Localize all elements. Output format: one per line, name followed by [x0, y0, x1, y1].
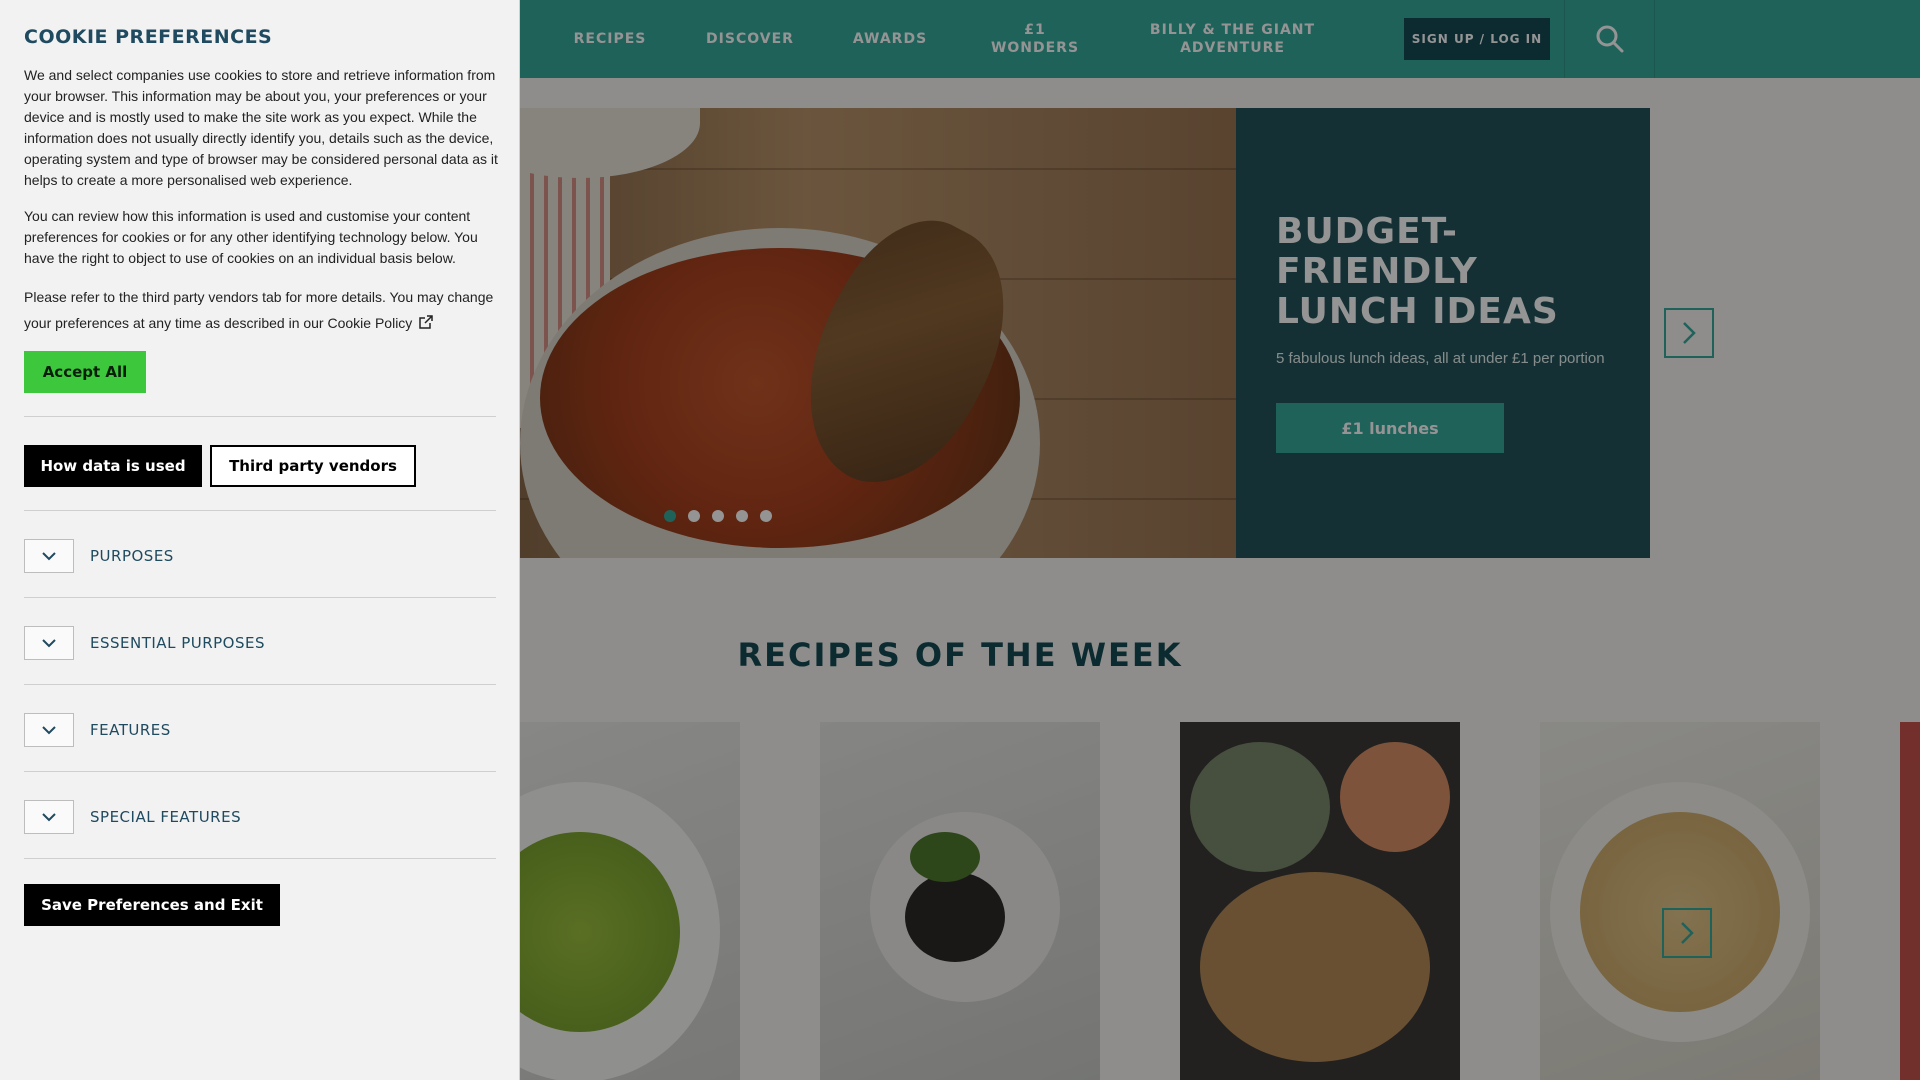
accordion-label: PURPOSES — [90, 547, 174, 565]
divider — [24, 858, 496, 859]
divider — [24, 684, 496, 685]
accordion-label: FEATURES — [90, 721, 171, 739]
save-preferences-button[interactable]: Save Preferences and Exit — [24, 884, 280, 926]
accordion-label: SPECIAL FEATURES — [90, 808, 242, 826]
expand-toggle[interactable] — [24, 800, 74, 834]
cookie-panel-title: COOKIE PREFERENCES — [24, 26, 273, 48]
tab-how-data-is-used[interactable]: How data is used — [24, 445, 202, 487]
accordion-features[interactable]: FEATURES — [24, 713, 496, 747]
divider — [24, 597, 496, 598]
cookie-preferences-panel: COOKIE PREFERENCES We and select compani… — [0, 0, 520, 1080]
tab-third-party-vendors[interactable]: Third party vendors — [210, 445, 416, 487]
cookie-policy-paragraph: Please refer to the third party vendors … — [24, 284, 502, 338]
cookie-description-paragraph: We and select companies use cookies to s… — [24, 67, 498, 188]
external-link-icon[interactable] — [418, 312, 434, 338]
cookie-rights-paragraph: You can review how this information is u… — [24, 208, 478, 266]
chevron-down-icon — [42, 552, 56, 561]
accept-all-button[interactable]: Accept All — [24, 351, 146, 393]
accordion-label: ESSENTIAL PURPOSES — [90, 634, 266, 652]
chevron-down-icon — [42, 813, 56, 822]
expand-toggle[interactable] — [24, 539, 74, 573]
accordion-purposes[interactable]: PURPOSES — [24, 539, 496, 573]
expand-toggle[interactable] — [24, 713, 74, 747]
divider — [24, 416, 496, 417]
chevron-down-icon — [42, 726, 56, 735]
divider — [24, 510, 496, 511]
expand-toggle[interactable] — [24, 626, 74, 660]
chevron-down-icon — [42, 639, 56, 648]
accordion-essential-purposes[interactable]: ESSENTIAL PURPOSES — [24, 626, 496, 660]
accordion-special-features[interactable]: SPECIAL FEATURES — [24, 800, 496, 834]
divider — [24, 771, 496, 772]
